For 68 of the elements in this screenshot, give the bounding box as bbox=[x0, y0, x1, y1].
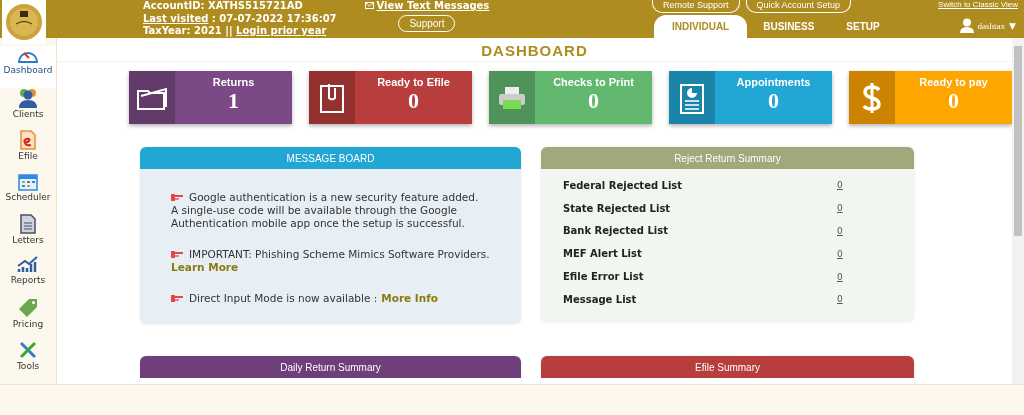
nav-tab[interactable]: INDIVIDUAL bbox=[654, 15, 748, 38]
login-prior-year-link[interactable]: Login prior year bbox=[236, 25, 327, 36]
panel-header: Daily Return Summary bbox=[140, 356, 521, 378]
remote-support-button[interactable]: Remote Support bbox=[652, 0, 740, 13]
panel-header: Efile Summary bbox=[541, 356, 914, 378]
reject-count-link[interactable]: 0 bbox=[837, 226, 843, 236]
sidebar-item[interactable]: Pricing bbox=[0, 298, 56, 340]
document-icon bbox=[20, 214, 36, 234]
scrollbar[interactable] bbox=[1012, 38, 1024, 384]
nav-tab[interactable]: SETUP bbox=[830, 15, 896, 38]
paperclip-document-icon bbox=[319, 81, 345, 114]
nav-tab[interactable]: BUSINESS bbox=[747, 15, 831, 38]
tax-year: TaxYear: 2021 || bbox=[143, 25, 233, 36]
reject-count-link[interactable]: 0 bbox=[837, 180, 843, 191]
summary-tile[interactable]: Ready to Efile 0 bbox=[309, 71, 472, 124]
printer-icon bbox=[498, 85, 526, 110]
summary-tile[interactable]: Ready to pay 0 bbox=[849, 71, 1012, 124]
sidebar-item[interactable]: Letters bbox=[0, 214, 56, 256]
sidebar-item[interactable]: Dashboard bbox=[0, 46, 56, 88]
pointing-hand-icon bbox=[171, 194, 183, 201]
reject-list-label: Federal Rejected List bbox=[563, 179, 684, 191]
reject-list-label: Message List bbox=[563, 293, 638, 305]
pointing-hand-icon bbox=[171, 295, 183, 302]
summary-tile[interactable]: Appointments 0 bbox=[669, 71, 832, 124]
message-link[interactable]: More Info bbox=[381, 292, 439, 305]
sidebar-item[interactable]: Efile bbox=[0, 130, 56, 172]
envelope-icon bbox=[364, 2, 374, 9]
message-text: IMPORTANT: Phishing Scheme Mimics Software Providers. bbox=[189, 248, 490, 261]
reject-list-label: Bank Rejected List bbox=[563, 225, 669, 237]
tools-icon bbox=[18, 340, 38, 360]
sidebar-item[interactable]: Tools bbox=[0, 340, 56, 382]
reject-list-label: MEF Alert List bbox=[563, 248, 643, 260]
view-text-messages-link[interactable]: View Text Messages bbox=[364, 0, 490, 11]
message-text: A single-use code will be available through the Google Authentication mobile app once the setup is successful. bbox=[171, 204, 466, 230]
sidebar-item[interactable]: Reports bbox=[0, 256, 56, 298]
last-visited-value: : 07-07-2022 17:36:07 bbox=[210, 12, 337, 24]
panel-header: Reject Return Summary bbox=[541, 147, 914, 169]
page-title: DASHBOARD bbox=[57, 42, 1012, 62]
reject-count-link[interactable]: 0 bbox=[837, 271, 843, 282]
reject-count-link[interactable]: 0 bbox=[837, 203, 843, 214]
efile-document-icon bbox=[20, 130, 36, 150]
panel-header: MESSAGE BOARD bbox=[140, 147, 521, 169]
summary-tile[interactable]: Checks to Print 0 bbox=[489, 71, 652, 124]
user-name[interactable]: dashtax bbox=[977, 20, 1006, 31]
last-visited-link[interactable]: Last visited bbox=[143, 12, 209, 24]
reject-list-label: State Rejected List bbox=[563, 202, 672, 214]
user-icon bbox=[959, 18, 974, 33]
switch-view-link[interactable]: Switch to Classic View bbox=[938, 0, 1018, 9]
sidebar-item[interactable]: Clients bbox=[0, 88, 56, 130]
message-text: Direct Input Mode is now available : bbox=[189, 292, 378, 305]
logo bbox=[2, 0, 46, 44]
reject-count-link[interactable]: 0 bbox=[837, 294, 843, 305]
quick-account-setup-button[interactable]: Quick Account Setup bbox=[745, 0, 852, 13]
sidebar-item[interactable]: Scheduler bbox=[0, 172, 56, 214]
reject-list-label: Efile Error List bbox=[563, 271, 645, 283]
rising-chart-icon bbox=[17, 256, 39, 274]
calendar-icon bbox=[18, 172, 38, 191]
dollar-icon bbox=[862, 81, 882, 114]
clipboard-chart-icon bbox=[680, 81, 704, 114]
reject-count-link[interactable]: 0 bbox=[837, 248, 843, 259]
pointing-hand-icon bbox=[171, 251, 183, 258]
caret-icon[interactable]: ▼ bbox=[1009, 20, 1016, 31]
message-link[interactable]: Learn More bbox=[171, 261, 239, 274]
summary-tile[interactable]: Returns 1 bbox=[129, 71, 292, 124]
account-id: AccountID: XATHS515721AD bbox=[143, 0, 304, 13]
price-tag-icon bbox=[18, 298, 38, 318]
message-text: Google authentication is a new security feature added. bbox=[189, 191, 479, 204]
people-icon bbox=[16, 88, 40, 108]
